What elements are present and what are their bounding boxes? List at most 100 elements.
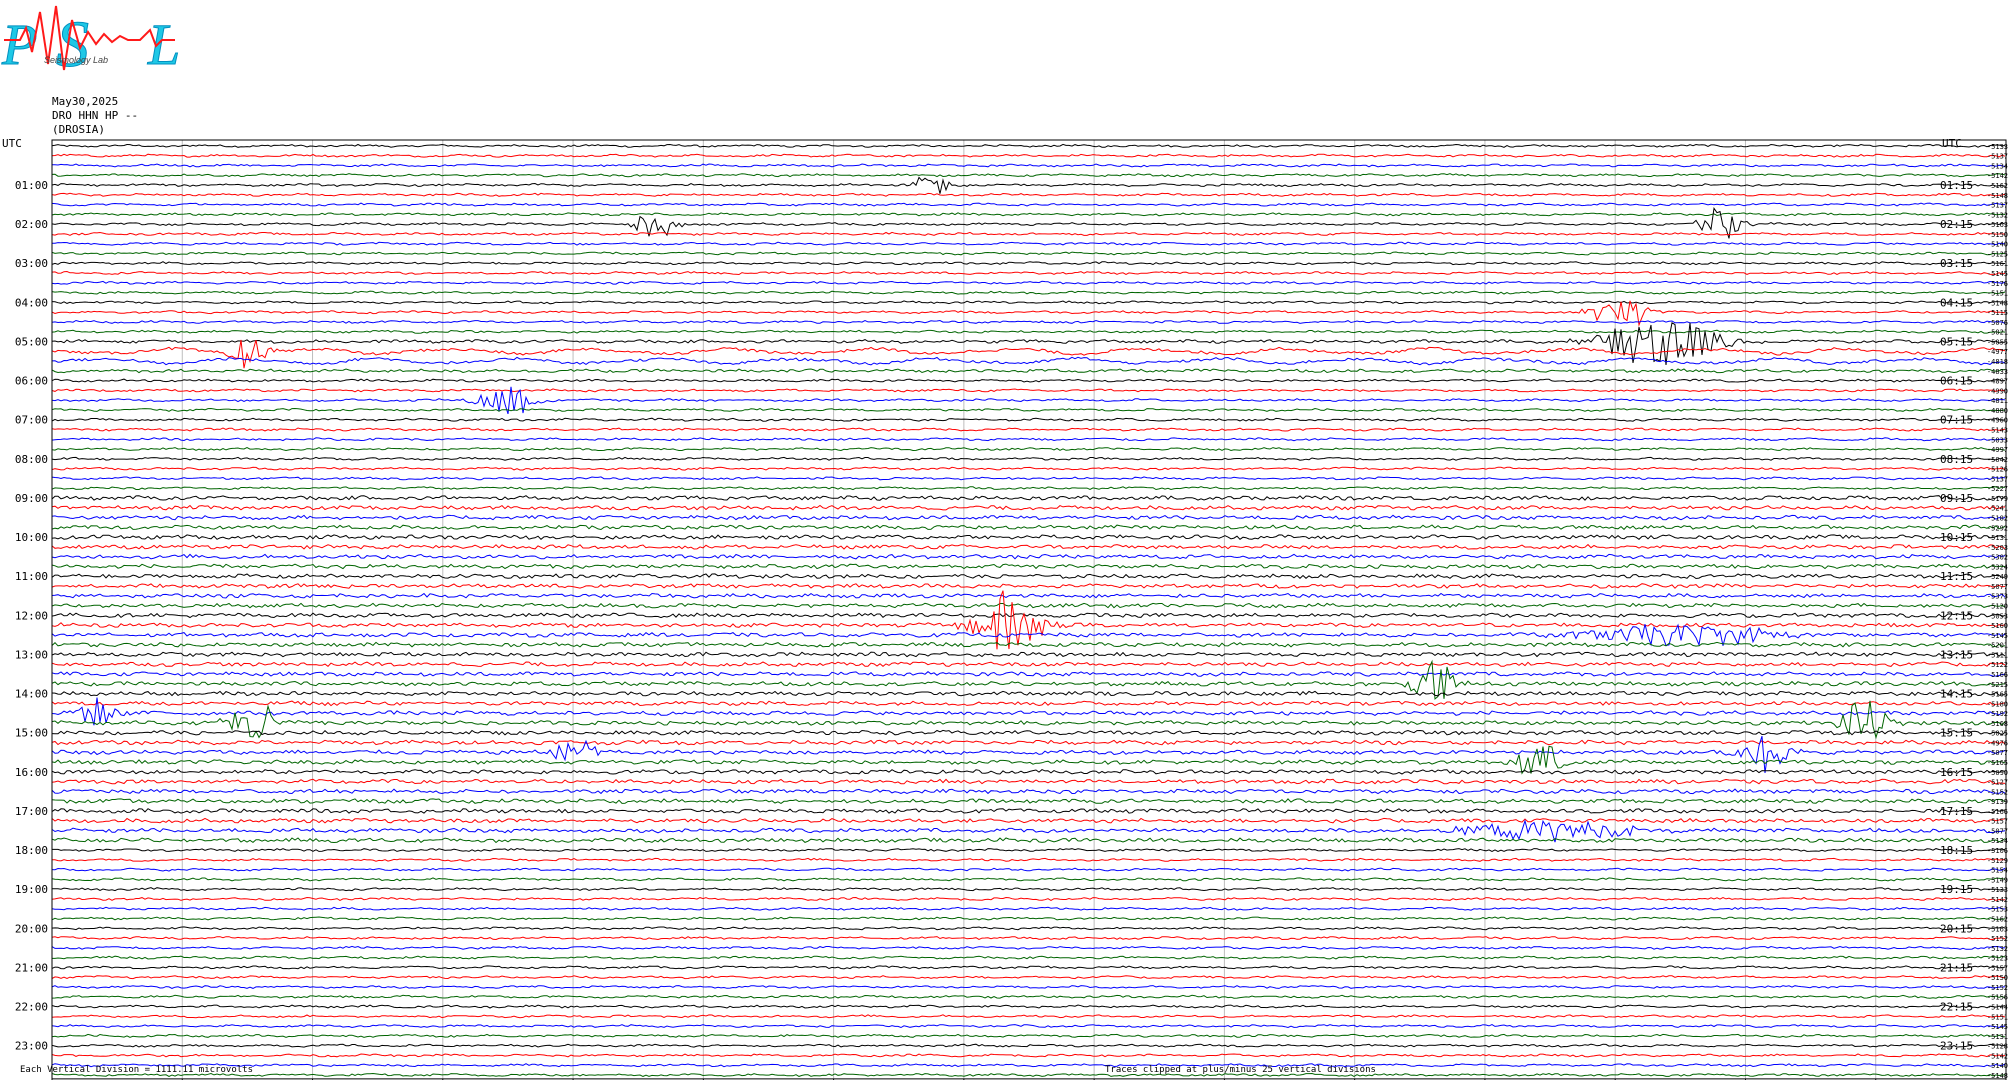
hour-label-left: 11:00 [15,570,48,583]
trace-offset-label: -5053 [1987,612,2008,620]
trace-offset-label: -5042 [1987,456,2008,464]
trace-row [51,994,2006,999]
trace-row [51,769,2006,775]
trace-offset-label: -5151 [1987,290,2008,298]
trace-row [51,368,2006,374]
trace-offset-label: -5324 [1987,563,2008,571]
hour-label-left: 02:00 [15,218,48,231]
trace-row [51,936,2006,941]
trace-offset-label: -5176 [1987,280,2008,288]
hour-label-right: 09:15 [1940,492,1973,505]
station-code: DRO HHN HP -- [52,109,139,122]
trace-row [51,153,2006,158]
seismic-traces [51,143,2006,1077]
trace-row [51,916,2006,921]
trace-offset-label: -5123 [1987,955,2008,963]
trace-row [51,1024,2006,1029]
trace-row [51,212,2006,217]
hour-label-left: 18:00 [15,844,48,857]
trace-offset-label: -5160 [1987,622,2008,630]
trace-row [51,476,2006,481]
hour-label-right: 07:15 [1940,414,1973,427]
trace-offset-label: -5150 [1987,231,2008,239]
clip-note: Traces clipped at plus/minus 25 vertical… [1105,1065,1376,1075]
hour-label-left: 08:00 [15,453,48,466]
trace-offset-label: -5133 [1987,886,2008,894]
hour-label-left: 22:00 [15,1001,48,1014]
hour-label-left: 16:00 [15,766,48,779]
trace-row [51,388,2006,393]
trace-offset-label: -5166 [1987,671,2008,679]
trace-offset-label: -5142 [1987,896,2008,904]
trace-offset-label: -5180 [1987,700,2008,708]
hour-label-right: 06:15 [1940,375,1973,388]
trace-offset-label: -5156 [1987,994,2008,1002]
trace-offset-label: -5128 [1987,1043,2008,1051]
hour-label-right: 21:15 [1940,961,1973,974]
trace-row [51,202,2006,207]
helicorder-plot: -5133-5137-5134-5142-5162-5148-5137-5132… [2,137,2008,1080]
trace-row [51,543,2006,550]
trace-row [51,261,2005,266]
trace-row [51,700,2006,740]
trace-offset-label: -5134 [1987,162,2008,170]
trace-row [51,290,2006,295]
trace-row [51,563,2006,570]
logo-letter-p: P [1,12,37,77]
hour-label-right: 03:15 [1940,257,1973,270]
hour-label-left: 10:00 [15,531,48,544]
trace-offset-label: -5140 [1987,1062,2008,1070]
trace-offset-label: -4833 [1987,368,2008,376]
trace-row [51,1072,2006,1077]
trace-offset-label: -5148 [1987,1072,2008,1080]
hour-label-right: 23:15 [1940,1040,1973,1053]
hour-label-right: 04:15 [1940,296,1973,309]
trace-offset-label: -5150 [1987,974,2008,982]
trace-offset-label: -5302 [1987,554,2008,562]
hour-label-left: 20:00 [15,922,48,935]
trace-offset-label: -4880 [1987,407,2008,415]
hour-label-right: 19:15 [1940,883,1973,896]
trace-row [51,356,2006,366]
trace-offset-label: -5055 [1987,339,2008,347]
trace-offset-label: -4977 [1987,348,2008,356]
trace-offset-label: -5134 [1987,837,2008,845]
hour-label-right: 12:15 [1940,609,1973,622]
trace-row [51,877,2006,882]
trace-row [51,447,2006,452]
trace-offset-label: -5292 [1987,524,2008,532]
trace-offset-label: -5154 [1987,867,2008,875]
trace-offset-label: -5137 [1987,475,2008,483]
trace-offset-label: -5165 [1987,691,2008,699]
hour-label-right: 11:15 [1940,570,1973,583]
trace-offset-label: -4897 [1987,378,2008,386]
trace-offset-label: -5163 [1987,221,2008,229]
trace-row [51,251,2006,256]
trace-offset-label: -5241 [1987,505,2008,513]
trace-offset-label: -5168 [1987,720,2008,728]
trace-offset-label: -5203 [1987,544,2008,552]
logo-letter-l: L [147,12,180,77]
trace-row [51,651,2006,658]
hour-label-right: 16:15 [1940,766,1973,779]
trace-row [51,378,2006,383]
hour-label-right: 18:15 [1940,844,1973,857]
trace-row [51,671,2006,677]
trace-row [51,329,2006,334]
hour-label-right: 08:15 [1940,453,1973,466]
trace-offset-label: -5143 [1987,427,2008,435]
trace-row [51,319,2006,324]
hour-label-right: 14:15 [1940,688,1973,701]
trace-row [51,1043,2006,1048]
utc-title-right: UTC [1942,137,1962,150]
trace-row [52,241,2006,246]
trace-offset-label: -5122 [1987,661,2008,669]
trace-offset-label: -5179 [1987,495,2008,503]
trace-offset-label: -5127 [1987,779,2008,787]
trace-row [51,173,2006,178]
trace-offset-label: -5148 [1987,299,2008,307]
trace-row [51,573,2006,580]
trace-offset-label: -5077 [1987,828,2008,836]
trace-offset-label: -5249 [1987,573,2008,581]
hour-label-left: 13:00 [15,648,48,661]
